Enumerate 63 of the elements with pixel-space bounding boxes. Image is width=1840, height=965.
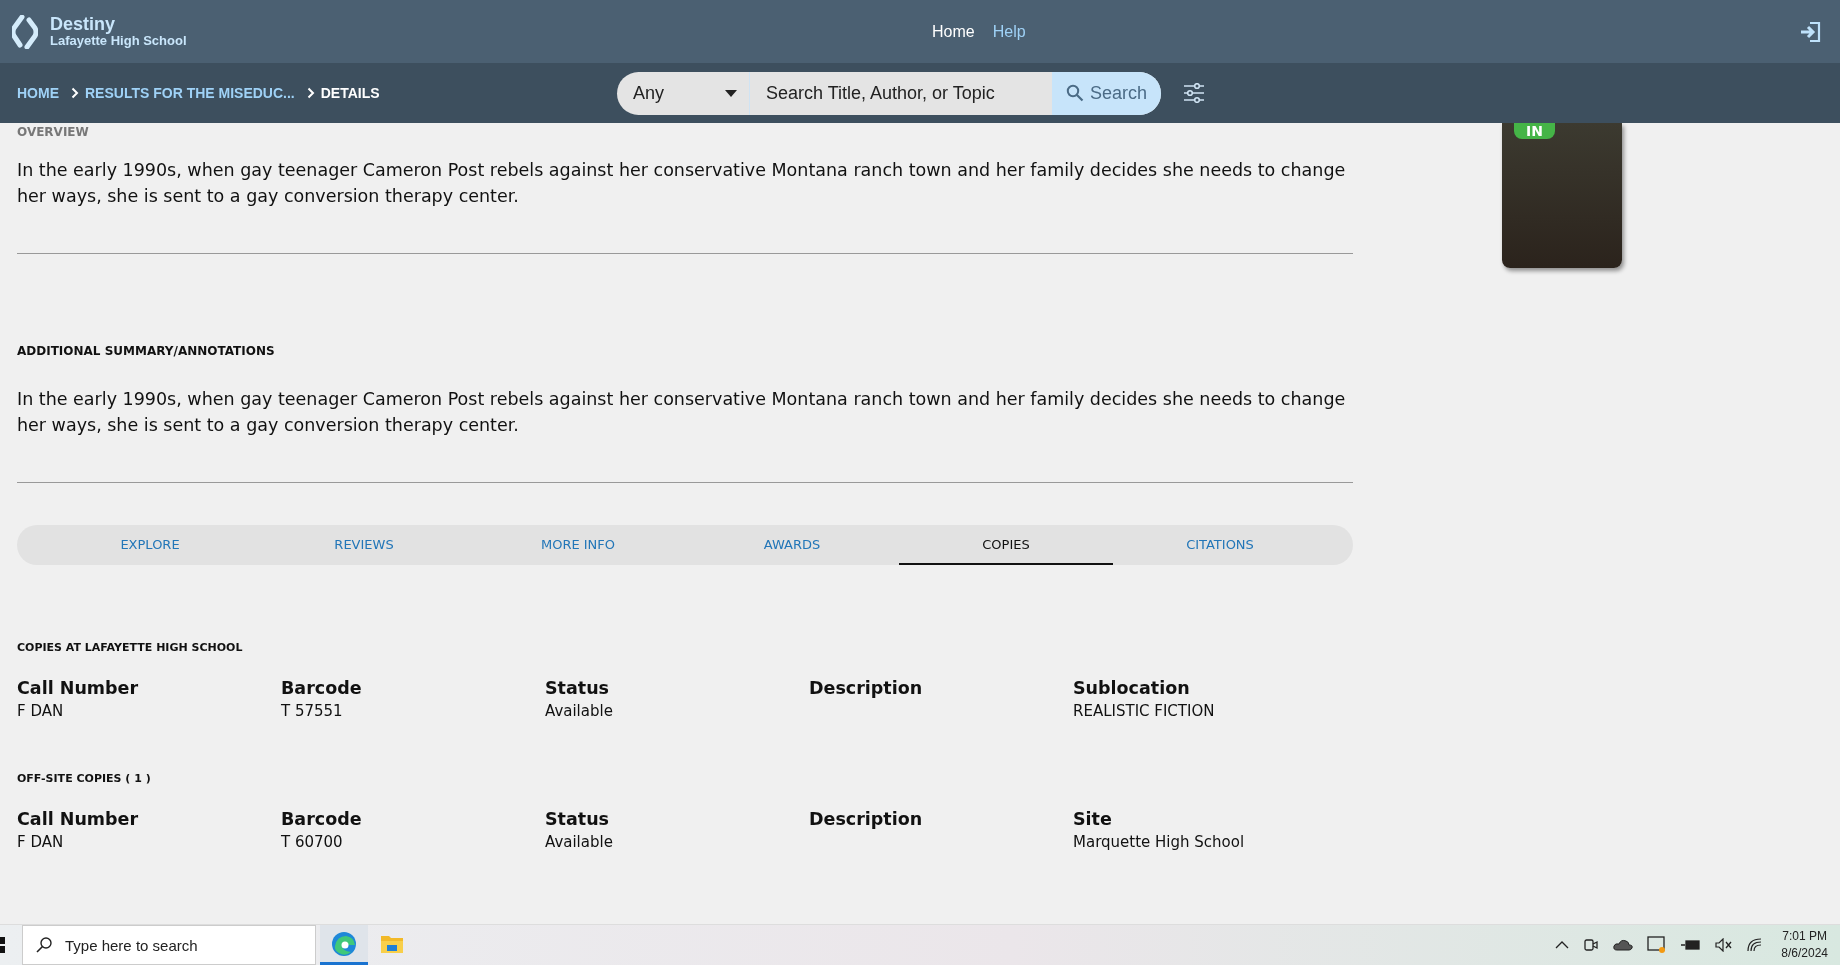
summary-text: In the early 1990s, when gay teenager Cameron Post rebels against her conservative Montana ranch town and her family decides she needs to change her ways, she is sent to a gay conversion therapy center. — [17, 159, 1347, 208]
time-text: 7:01 PM — [1782, 928, 1827, 945]
column-header: Description — [809, 678, 924, 698]
section-heading: COPIES AT LAFAYETTE HIGH SCHOOL — [17, 641, 244, 654]
column-header: Call Number — [17, 678, 140, 698]
filter-sliders-icon[interactable] — [1183, 83, 1206, 103]
column-header: Barcode — [281, 809, 363, 829]
taskbar-app-button[interactable] — [320, 925, 368, 965]
date-text: 8/6/2024 — [1781, 945, 1828, 962]
camera-icon[interactable] — [1583, 936, 1600, 954]
tab[interactable]: MORE INFO — [471, 525, 685, 565]
section-heading: OVERVIEW — [17, 125, 90, 139]
tablet-icon[interactable] — [1647, 936, 1668, 954]
column-header: Description — [809, 809, 924, 829]
table-cell-text: REALISTIC FICTION — [1073, 702, 1216, 720]
caret-icon — [725, 89, 737, 97]
table-cell-text: T 57551 — [281, 702, 344, 720]
table-cell-text: Available — [545, 833, 614, 851]
folder-icon — [380, 933, 404, 954]
start-icon[interactable] — [0, 937, 6, 953]
column-header: Status — [545, 678, 611, 698]
cloud-icon[interactable] — [1613, 939, 1634, 951]
tab[interactable]: AWARDS — [685, 525, 899, 565]
tab[interactable]: REVIEWS — [257, 525, 471, 565]
speaker-muted-icon[interactable] — [1715, 938, 1734, 952]
search-bar[interactable]: Any Search Title, Author, or Topic Search — [617, 71, 1162, 115]
column-header: Barcode — [281, 678, 363, 698]
summary-text: In the early 1990s, when gay teenager Cameron Post rebels against her conservative Montana ranch town and her family decides she needs to change her ways, she is sent to a gay conversion therapy center. — [17, 388, 1347, 437]
logo-icon — [12, 14, 38, 49]
wifi-icon[interactable] — [1747, 938, 1764, 952]
section-heading: OFF-SITE COPIES ( 1 ) — [17, 772, 152, 785]
search-icon — [1066, 84, 1084, 102]
browser-icon — [331, 930, 357, 957]
taskbar-search-field[interactable]: Type here to search — [22, 925, 316, 965]
battery-icon[interactable] — [1681, 939, 1702, 951]
chevron-up-icon[interactable] — [1555, 941, 1570, 949]
chevron-right-icon — [71, 87, 79, 99]
app-name: Destiny — [50, 15, 117, 33]
search-icon — [35, 936, 53, 954]
column-header: Sublocation — [1073, 678, 1191, 698]
table-cell-text: F DAN — [17, 833, 65, 851]
clock[interactable]: 7:01 PM 8/6/2024 — [1781, 928, 1828, 962]
breadcrumb-link[interactable]: HOME — [17, 85, 59, 101]
column-header: Site — [1073, 809, 1113, 829]
table-cell-text: T 60700 — [281, 833, 344, 851]
table-cell-text: F DAN — [17, 702, 65, 720]
nav-link[interactable]: Help — [992, 22, 1026, 41]
sign-in-icon[interactable] — [1800, 20, 1822, 43]
breadcrumb-link[interactable]: RESULTS FOR THE MISEDUC... — [85, 85, 295, 101]
breadcrumb-link[interactable]: DETAILS — [320, 85, 380, 101]
table-cell-text: Marquette High School — [1073, 833, 1246, 851]
tab[interactable]: COPIES — [899, 525, 1113, 565]
availability-badge: IN — [1514, 123, 1555, 139]
chevron-right-icon — [306, 87, 315, 99]
column-header: Call Number — [17, 809, 140, 829]
search-button[interactable]: Search — [1052, 71, 1162, 115]
section-heading: ADDITIONAL SUMMARY/ANNOTATIONS — [17, 344, 276, 358]
tab[interactable]: CITATIONS — [1113, 525, 1327, 565]
tab[interactable]: EXPLORE — [43, 525, 257, 565]
school-name: Lafayette High School — [50, 33, 187, 48]
table-cell-text: Available — [545, 702, 614, 720]
nav-link[interactable]: Home — [932, 22, 975, 41]
column-header: Status — [545, 809, 611, 829]
